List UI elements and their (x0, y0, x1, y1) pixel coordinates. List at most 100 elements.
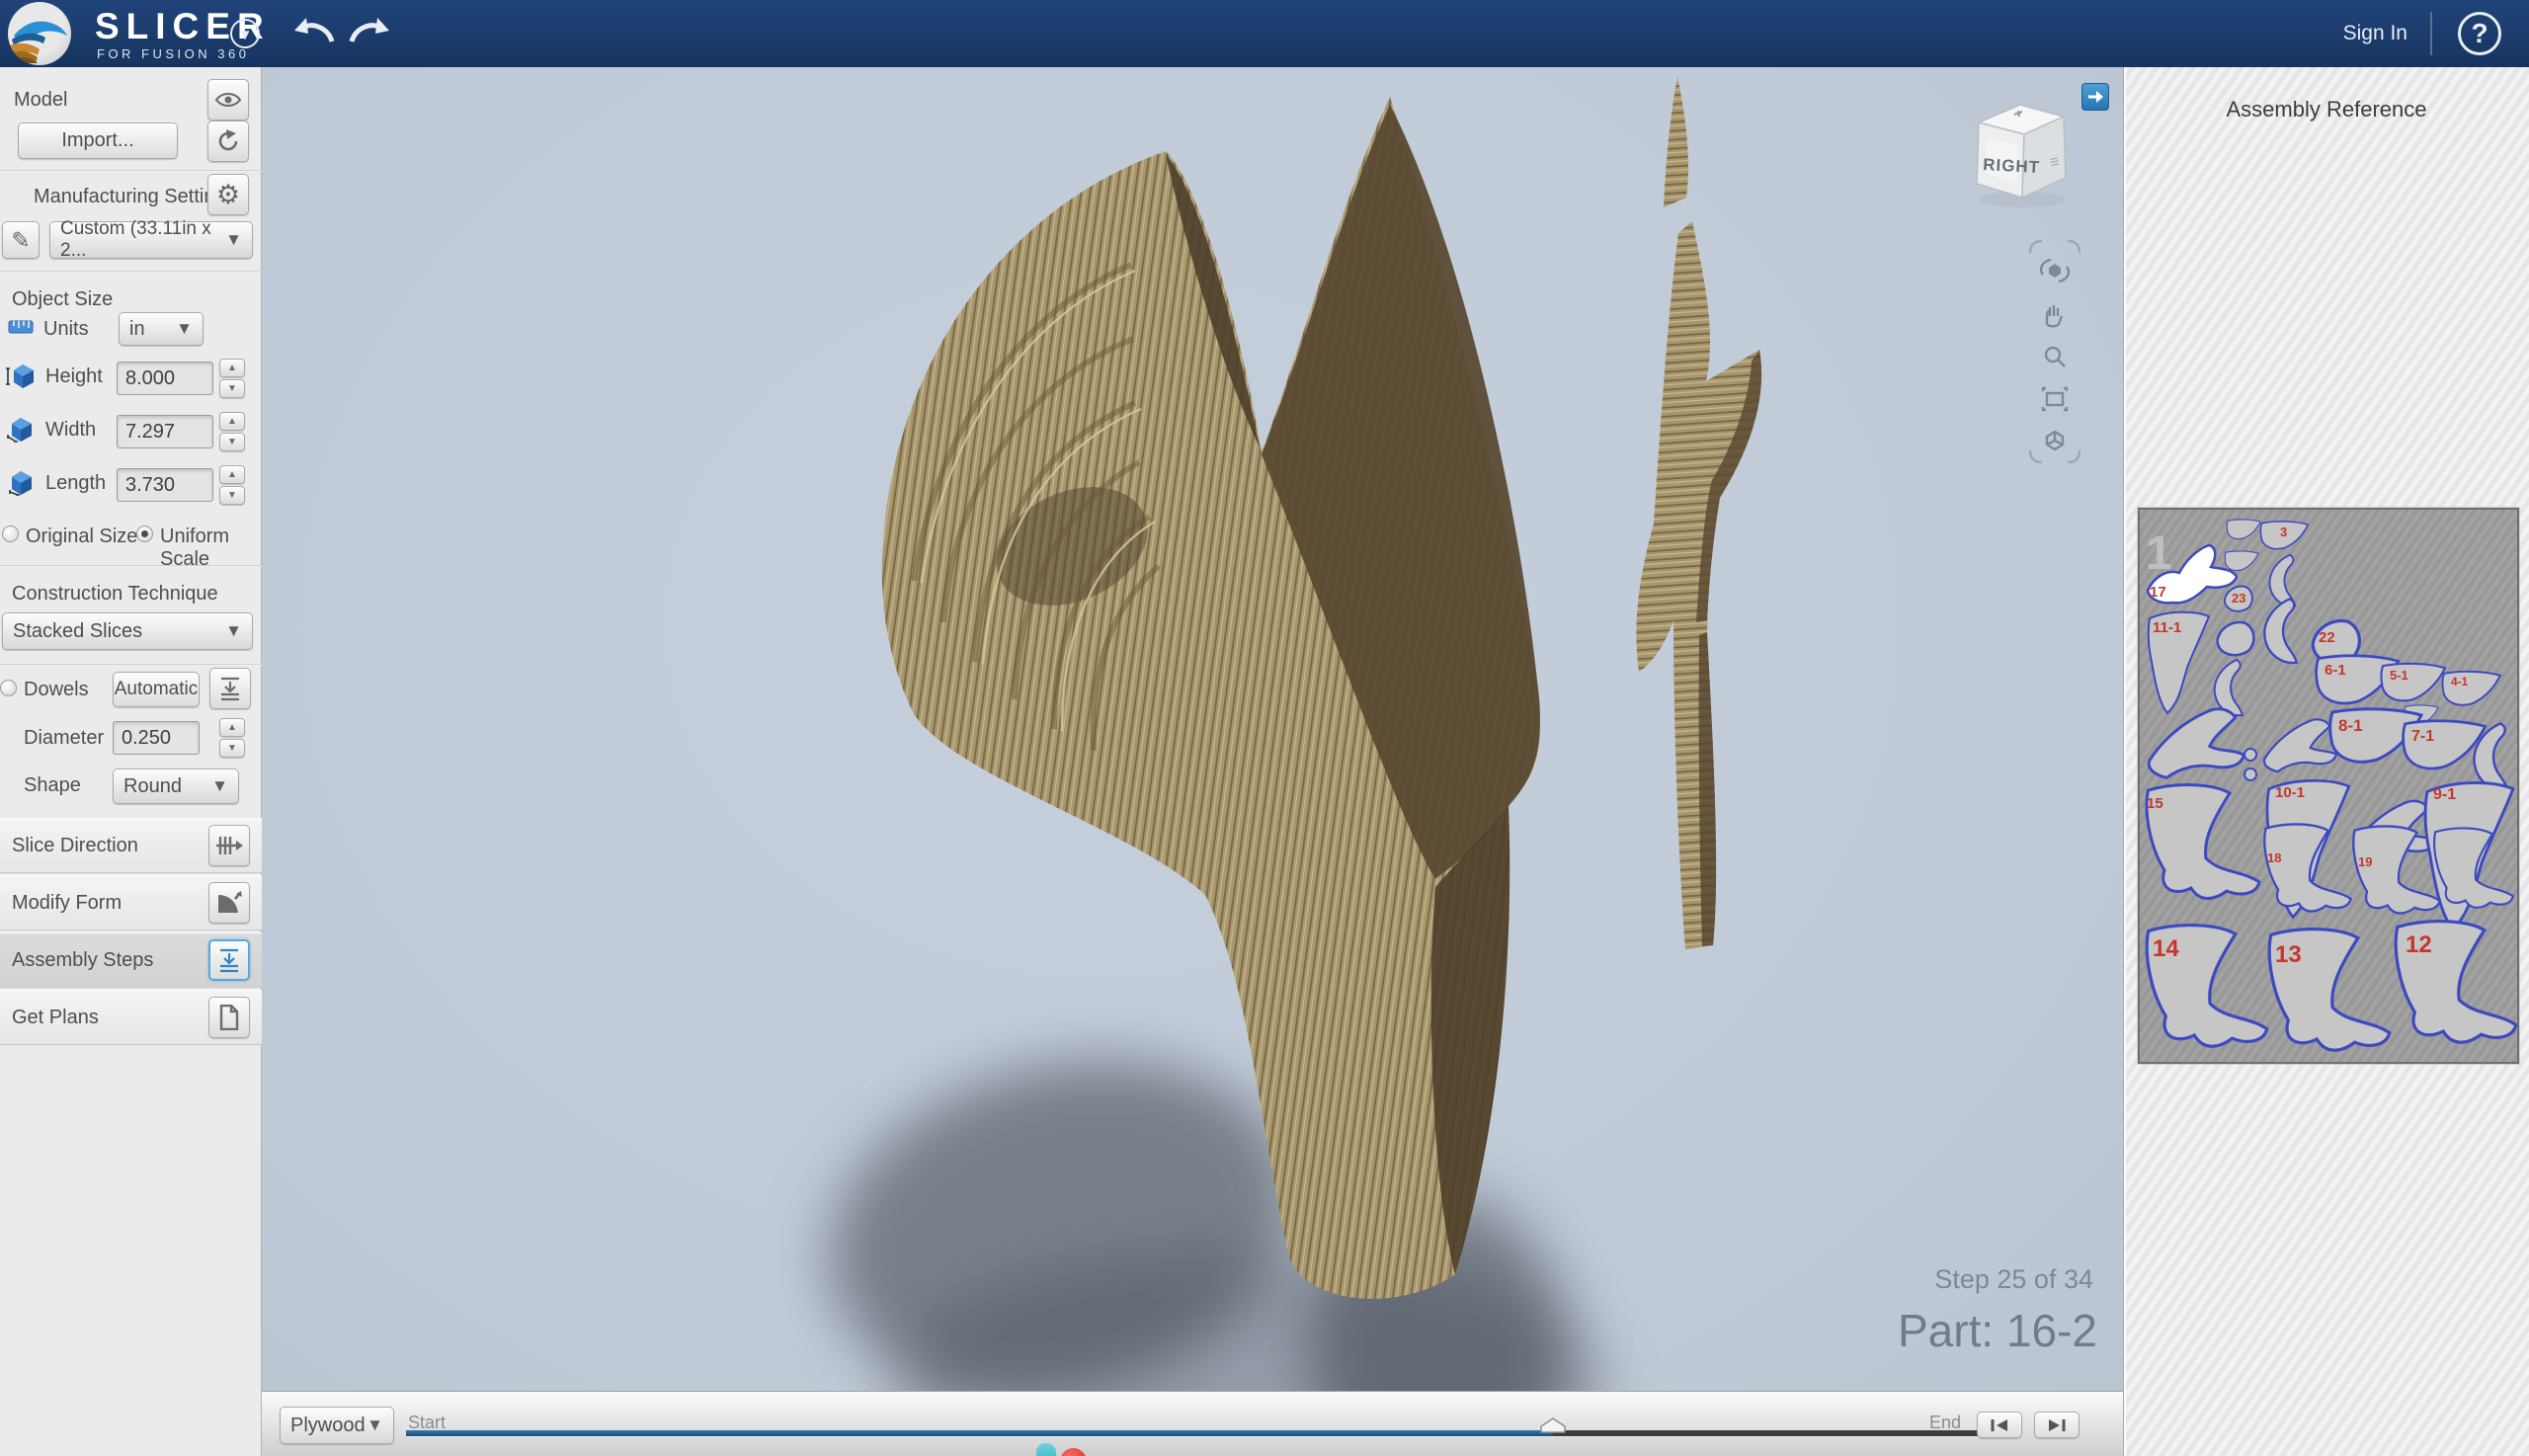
length-stepper: ▲ ▼ (219, 465, 245, 505)
width-increment-button[interactable]: ▲ (219, 412, 245, 431)
model-viewport[interactable]: RIGHT III (262, 67, 2123, 1456)
dowel-shape-dropdown[interactable]: Round ▼ (113, 768, 239, 804)
sign-in-button[interactable]: Sign In (2343, 22, 2407, 45)
sliced-model (262, 67, 2123, 1456)
object-size-title: Object Size (12, 288, 113, 311)
chevron-down-icon: ▼ (176, 319, 193, 339)
sheet-part-label: 23 (2232, 591, 2245, 606)
length-decrement-button[interactable]: ▼ (219, 486, 245, 505)
assembly-reference-panel: Assembly Reference 1 1723311-1226-15-14-… (2123, 67, 2529, 1456)
help-icon[interactable]: ? (2458, 12, 2501, 55)
shape-value: Round (123, 775, 182, 798)
skip-to-start-button[interactable] (1977, 1412, 2022, 1438)
navigation-toolbar (2026, 237, 2083, 466)
zoom-tool-icon[interactable] (2046, 348, 2065, 366)
orbit-tool-icon[interactable] (2041, 260, 2069, 282)
slice-direction-button[interactable] (208, 825, 250, 866)
sidebar-item-modify-form[interactable]: Modify Form (0, 875, 262, 930)
slicer-logo-icon (8, 2, 71, 65)
material-dropdown[interactable]: Plywood ▼ (280, 1407, 394, 1444)
dowels-label: Dowels (24, 679, 89, 701)
length-input[interactable] (117, 468, 213, 502)
timeline-handle[interactable] (1538, 1417, 1568, 1434)
width-input[interactable] (117, 415, 213, 448)
gear-icon: ⚙ (216, 180, 240, 210)
manufacturing-settings-button[interactable]: ⚙ (207, 174, 249, 215)
undo-button[interactable] (292, 14, 336, 51)
timeline-track[interactable]: Start End 1 (406, 1430, 1989, 1436)
slice-direction-icon (215, 835, 243, 856)
chevron-down-icon: ▼ (225, 230, 242, 250)
app-menu-button[interactable]: ▼ (230, 19, 260, 48)
height-stepper: ▲ ▼ (219, 359, 245, 398)
assembly-steps-button[interactable] (208, 939, 250, 981)
redo-button[interactable] (348, 14, 391, 51)
arrow-right-icon (2087, 91, 2103, 103)
construction-technique-title: Construction Technique (12, 583, 218, 606)
height-decrement-button[interactable]: ▼ (219, 379, 245, 398)
construction-technique-dropdown[interactable]: Stacked Slices ▼ (2, 612, 253, 650)
app-subtitle: FOR FUSION 360 (97, 46, 249, 61)
assembly-sheet-svg: 1 1723311-1226-15-14-18-17-11510-19-1181… (2140, 510, 2517, 1062)
diameter-label: Diameter (24, 727, 104, 750)
skip-start-icon (1990, 1418, 2009, 1432)
caret-down-icon: ▼ (227, 490, 237, 501)
sidebar-item-get-plans[interactable]: Get Plans (0, 990, 262, 1045)
original-size-label: Original Size (26, 526, 137, 548)
visibility-button[interactable] (207, 79, 249, 121)
length-increment-button[interactable]: ▲ (219, 465, 245, 484)
caret-up-icon: ▲ (227, 722, 237, 733)
edit-preset-button[interactable]: ✎ (2, 221, 40, 259)
sidebar-item-slice-direction[interactable]: Slice Direction (0, 818, 262, 873)
caret-down-icon: ▼ (227, 383, 237, 394)
view-cube[interactable]: RIGHT III (1963, 87, 2081, 209)
pencil-icon: ✎ (11, 227, 30, 254)
get-plans-button[interactable] (208, 997, 250, 1038)
look-at-icon[interactable] (2047, 432, 2063, 449)
sheet-part-label: 5-1 (2390, 668, 2408, 683)
fit-view-icon[interactable] (2043, 388, 2067, 410)
sheet-part-label: 8-1 (2338, 716, 2363, 735)
units-dropdown[interactable]: in ▼ (119, 312, 204, 346)
diameter-decrement-button[interactable]: ▼ (219, 739, 245, 758)
units-value: in (129, 318, 145, 341)
pan-tool-icon[interactable] (2047, 305, 2062, 326)
sheet-part-label: 18 (2267, 850, 2281, 865)
view-cube-face-label: RIGHT (1983, 155, 2041, 177)
assembly-reference-sheet[interactable]: 1 1723311-1226-15-14-18-17-11510-19-1181… (2138, 508, 2519, 1064)
sidebar-item-assembly-steps[interactable]: Assembly Steps (0, 932, 262, 988)
units-label: Units (43, 318, 89, 341)
skip-to-end-button[interactable] (2034, 1412, 2080, 1438)
length-dimension-icon (6, 470, 36, 496)
timeline-marker-pill[interactable] (1036, 1443, 1056, 1456)
diameter-increment-button[interactable]: ▲ (219, 718, 245, 737)
timeline-marker-badge[interactable]: 1 (1060, 1448, 1087, 1456)
dowels-radio[interactable] (0, 680, 17, 696)
sheet-part (2264, 824, 2350, 911)
modify-form-button[interactable] (208, 882, 250, 924)
sheet-part (2434, 828, 2513, 907)
uniform-scale-radio[interactable] (136, 526, 153, 542)
collapse-panel-button[interactable] (2081, 83, 2109, 111)
import-button[interactable]: Import... (18, 122, 178, 159)
sheet-preset-dropdown[interactable]: Custom (33.11in x 2... ▼ (49, 221, 253, 259)
sheet-part-label: 13 (2275, 941, 2302, 968)
sheet-part-label: 15 (2147, 795, 2163, 812)
chevron-down-icon: ▼ (211, 776, 228, 796)
dowels-mode-button[interactable]: Automatic (113, 672, 200, 707)
modify-form-label: Modify Form (12, 892, 122, 915)
sheet-part (2264, 719, 2336, 771)
reload-model-button[interactable] (207, 121, 249, 162)
original-size-radio[interactable] (2, 526, 19, 542)
chevron-down-icon: ▼ (367, 1416, 383, 1435)
height-increment-button[interactable]: ▲ (219, 359, 245, 377)
width-decrement-button[interactable]: ▼ (219, 433, 245, 451)
dowel-distribute-button[interactable] (209, 668, 251, 709)
timeline-progress (406, 1430, 1553, 1436)
diameter-input[interactable] (113, 721, 200, 755)
sheet-part (2225, 551, 2258, 571)
diameter-stepper: ▲ ▼ (219, 718, 245, 758)
sheet-part-label: 19 (2358, 854, 2372, 869)
sheet-part-label: 17 (2150, 584, 2166, 601)
height-input[interactable] (117, 362, 213, 395)
